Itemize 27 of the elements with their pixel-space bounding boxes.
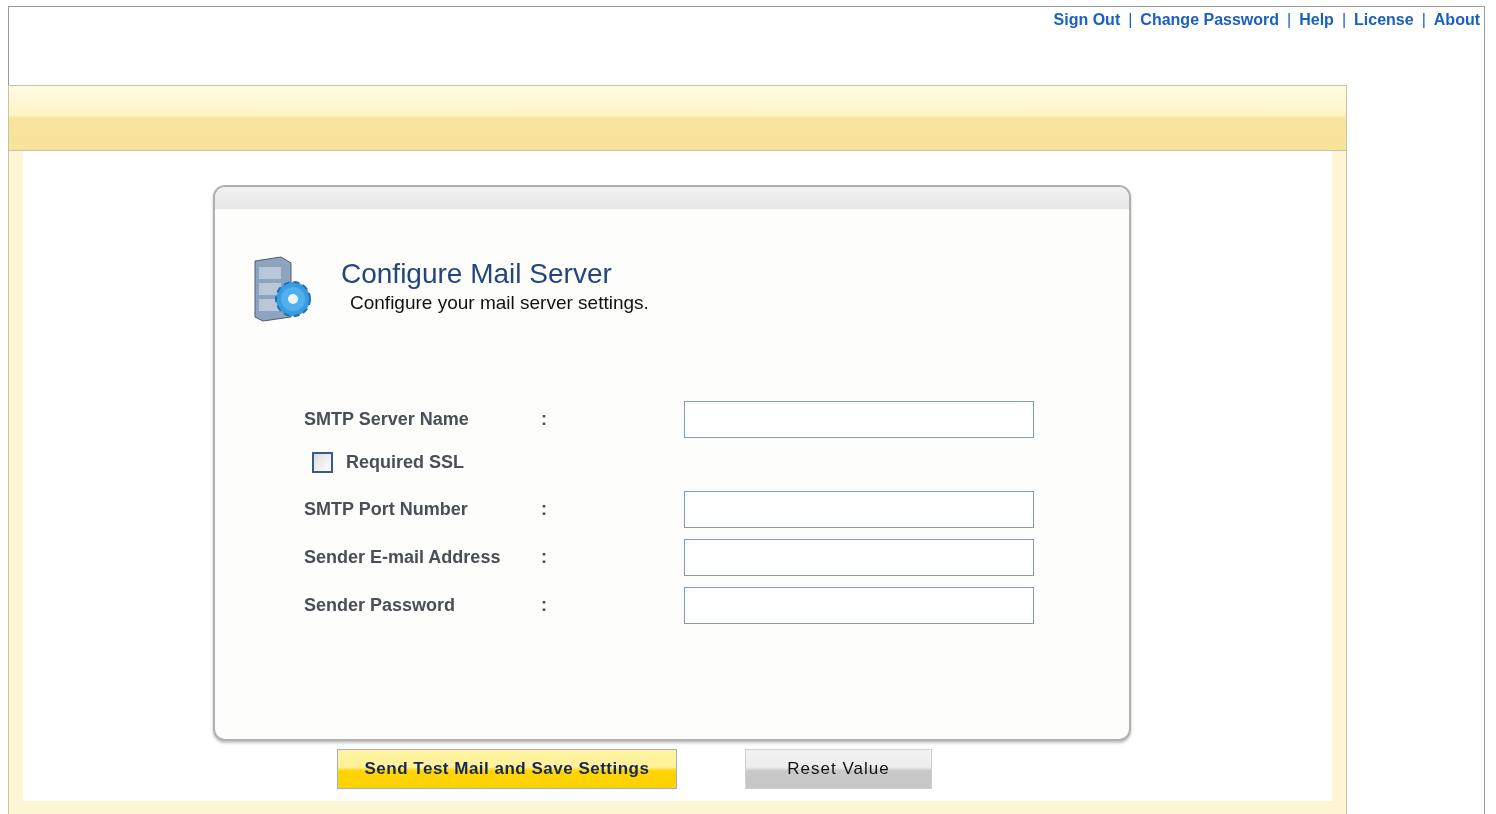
field-label: SMTP Port Number [304, 498, 469, 521]
field-label: Sender E-mail Address [304, 546, 502, 569]
nav-link[interactable]: Sign Out [1051, 8, 1123, 32]
input-field[interactable] [684, 539, 1034, 576]
page-subtitle: Configure your mail server settings. [350, 291, 649, 315]
nav-link[interactable]: Help [1297, 8, 1336, 32]
link-separator: | [1127, 10, 1134, 30]
link-separator: | [1420, 10, 1427, 30]
checkbox[interactable] [312, 451, 333, 473]
link-separator: | [1340, 10, 1348, 30]
colon-mark: : [541, 498, 548, 521]
page-title: Configure Mail Server [341, 257, 613, 291]
colon-mark: : [541, 546, 548, 569]
link-separator: | [1286, 10, 1293, 30]
nav-link[interactable]: Change Password [1138, 8, 1282, 32]
reset-button[interactable]: Reset Value [745, 749, 932, 789]
colon-mark: : [541, 594, 548, 617]
nav-link[interactable]: About [1431, 8, 1482, 32]
field-label: Sender Password [304, 594, 457, 617]
input-field[interactable] [684, 491, 1034, 528]
checkbox-label: Required SSL [346, 450, 465, 474]
nav-link[interactable]: License [1352, 8, 1416, 32]
input-field[interactable] [684, 401, 1034, 438]
field-label: SMTP Server Name [304, 408, 470, 431]
colon-mark: : [541, 408, 548, 431]
input-field[interactable] [684, 587, 1034, 624]
save-button[interactable]: Send Test Mail and Save Settings [337, 749, 677, 789]
